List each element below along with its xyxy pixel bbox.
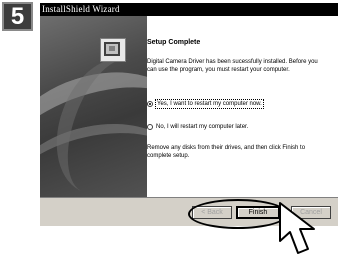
finish-instruction-text: Remove any disks from their drives, and …	[147, 145, 306, 159]
restart-later-label[interactable]: No, I will restart my computer later.	[156, 123, 248, 131]
restart-now-label[interactable]: Yes, I want to restart my computer now.	[155, 99, 264, 109]
finish-highlight-circle	[188, 199, 288, 229]
window-title: InstallShield Wizard	[40, 3, 338, 16]
wizard-side-graphic	[40, 16, 147, 197]
step-number-badge: 5	[2, 2, 33, 31]
computer-icon	[104, 42, 120, 56]
restart-later-option[interactable]: No, I will restart my computer later.	[147, 123, 248, 131]
hand-cursor-icon	[279, 202, 315, 254]
restart-now-option[interactable]: Yes, I want to restart my computer now.	[147, 99, 264, 109]
page-title: Setup Complete	[147, 39, 201, 46]
installshield-wizard-window: InstallShield Wizard Setup Complete Digi…	[40, 3, 338, 226]
description-text: Digital Camera Driver has been sucessful…	[147, 59, 318, 73]
radio-button-checked[interactable]	[147, 101, 153, 107]
computer-icon-frame	[100, 38, 126, 62]
radio-button-unchecked[interactable]	[147, 124, 153, 130]
